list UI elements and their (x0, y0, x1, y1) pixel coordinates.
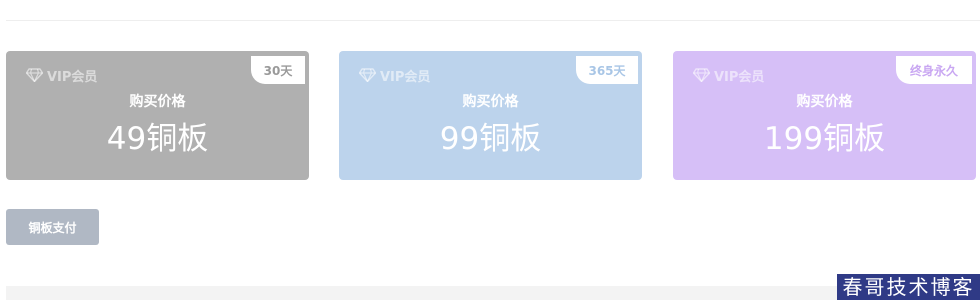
vip-label: VIP会员 (47, 69, 98, 85)
vip-plan-list: VIP会员 30天 购买价格 49铜板 VIP会员 365天 购买价格 99铜板… (6, 51, 976, 180)
price-caption: 购买价格 (462, 94, 519, 110)
price-caption: 购买价格 (796, 94, 853, 110)
vip-tag: VIP会员 (693, 66, 765, 85)
watermark: 春哥技术博客 (837, 274, 980, 300)
vip-plan-card-lifetime[interactable]: VIP会员 终身永久 购买价格 199铜板 (673, 51, 976, 180)
vip-plan-card-365-days[interactable]: VIP会员 365天 购买价格 99铜板 (339, 51, 642, 180)
vip-label: VIP会员 (380, 69, 431, 85)
vip-label: VIP会员 (714, 69, 765, 85)
duration-badge: 终身永久 (896, 56, 972, 84)
duration-badge: 365天 (576, 56, 638, 84)
price-value: 199铜板 (763, 121, 886, 157)
price-caption: 购买价格 (129, 94, 186, 110)
pay-with-coins-button[interactable]: 铜板支付 (6, 209, 99, 245)
diamond-icon (693, 68, 710, 82)
vip-tag: VIP会员 (26, 66, 98, 85)
diamond-icon (359, 68, 376, 82)
bottom-strip (6, 286, 980, 300)
vip-plan-card-30-days[interactable]: VIP会员 30天 购买价格 49铜板 (6, 51, 309, 180)
price-value: 49铜板 (106, 121, 209, 157)
price-value: 99铜板 (439, 121, 542, 157)
top-divider (6, 20, 980, 21)
duration-badge: 30天 (251, 56, 305, 84)
diamond-icon (26, 68, 43, 82)
vip-tag: VIP会员 (359, 66, 431, 85)
